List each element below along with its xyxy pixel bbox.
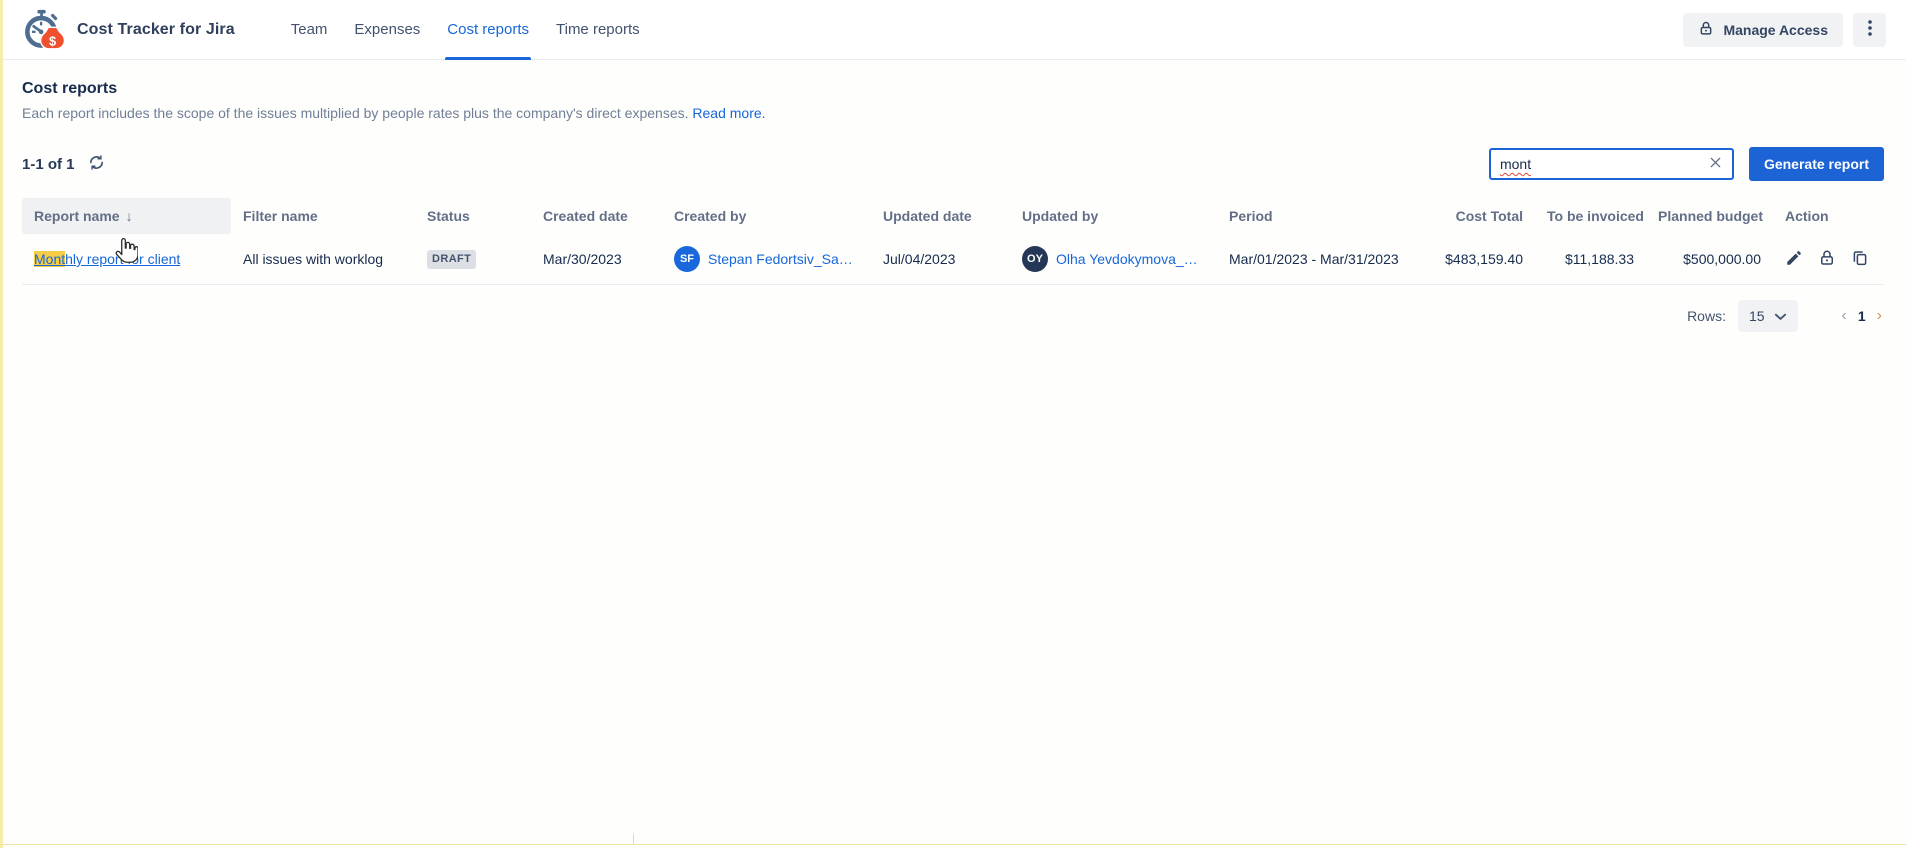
created-by-user-link[interactable]: Stepan Fedortsiv_SaaSJet xyxy=(708,251,859,267)
column-header-planned-budget[interactable]: Planned budget xyxy=(1646,198,1773,234)
column-header-report-name[interactable]: Report name ↓ xyxy=(22,198,231,234)
rows-per-page-label: Rows: xyxy=(1687,308,1726,324)
manage-access-label: Manage Access xyxy=(1723,21,1828,38)
generate-report-button[interactable]: Generate report xyxy=(1748,147,1884,181)
table-row: Monthly report for client All issues wit… xyxy=(22,234,1884,285)
cell-actions xyxy=(1773,234,1884,285)
lock-icon xyxy=(1698,20,1714,40)
toolbar-right: mont Generate report xyxy=(1488,147,1884,181)
cost-reports-page: Cost reports Each report includes the sc… xyxy=(0,60,1906,332)
chevron-left-icon: ‹ xyxy=(1841,307,1847,324)
cell-updated-date: Jul/04/2023 xyxy=(871,234,1010,285)
page-title: Cost reports xyxy=(22,80,118,97)
column-header-period[interactable]: Period xyxy=(1217,198,1429,234)
refresh-button[interactable] xyxy=(88,154,105,174)
close-icon xyxy=(1708,155,1723,173)
column-header-cost-total[interactable]: Cost Total xyxy=(1429,198,1535,234)
search-input-value: mont xyxy=(1499,156,1532,172)
column-header-action: Action xyxy=(1785,208,1829,224)
tab-time-reports[interactable]: Time reports xyxy=(556,0,640,60)
cell-created-by: SF Stepan Fedortsiv_SaaSJet xyxy=(662,234,871,285)
column-header-created-by[interactable]: Created by xyxy=(662,198,871,234)
lock-icon xyxy=(1818,249,1836,270)
cell-to-be-invoiced: $11,188.33 xyxy=(1535,234,1646,285)
app-brand: $ Cost Tracker for Jira xyxy=(20,8,235,52)
column-header-updated-by[interactable]: Updated by xyxy=(1010,198,1217,234)
next-page-button[interactable]: › xyxy=(1875,307,1884,325)
app-title: Cost Tracker for Jira xyxy=(77,20,235,38)
rows-per-page-select[interactable]: 15 xyxy=(1737,300,1798,332)
main-nav-tabs: Team Expenses Cost reports Time reports xyxy=(291,0,640,60)
cell-status: DRAFT xyxy=(415,234,531,285)
column-header-to-be-invoiced[interactable]: To be invoiced xyxy=(1535,198,1646,234)
tab-expenses[interactable]: Expenses xyxy=(354,0,420,60)
column-header-created-date[interactable]: Created date xyxy=(531,198,662,234)
window-bottom-line xyxy=(0,844,1906,845)
top-navigation-bar: $ Cost Tracker for Jira Team Expenses Co… xyxy=(0,0,1906,60)
chevron-down-icon xyxy=(1774,308,1787,324)
cell-created-date: Mar/30/2023 xyxy=(531,234,662,285)
cell-planned-budget: $500,000.00 xyxy=(1646,234,1773,285)
svg-text:$: $ xyxy=(49,33,56,48)
cost-tracker-logo-icon: $ xyxy=(20,8,64,52)
chevron-right-icon: › xyxy=(1876,307,1882,324)
cell-updated-by: OY Olha Yevdokymova_Saa... xyxy=(1010,234,1217,285)
previous-page-button[interactable]: ‹ xyxy=(1840,307,1849,325)
kebab-menu-icon xyxy=(1862,19,1878,40)
clear-search-button[interactable] xyxy=(1708,155,1723,173)
pencil-icon xyxy=(1785,249,1803,270)
table-header-row: Report name ↓ Filter name Status Created … xyxy=(22,198,1884,234)
pagination-row: Rows: 15 ‹ 1 › xyxy=(22,300,1884,332)
search-input[interactable]: mont xyxy=(1488,148,1734,180)
column-header-updated-date[interactable]: Updated date xyxy=(871,198,1010,234)
more-options-button[interactable] xyxy=(1853,12,1886,47)
column-header-status[interactable]: Status xyxy=(415,198,531,234)
read-more-link[interactable]: Read more. xyxy=(692,105,765,121)
result-count-wrap: 1-1 of 1 xyxy=(22,154,105,174)
copy-icon xyxy=(1851,249,1869,270)
updated-by-user-link[interactable]: Olha Yevdokymova_Saa... xyxy=(1056,251,1205,267)
toolbar-row: 1-1 of 1 mont Generate report xyxy=(22,147,1884,181)
sort-descending-icon: ↓ xyxy=(125,208,133,224)
window-edge-strip xyxy=(0,0,3,848)
window-bottom-tick xyxy=(633,834,634,845)
edit-report-button[interactable] xyxy=(1785,249,1803,270)
tab-cost-reports[interactable]: Cost reports xyxy=(445,0,531,60)
status-badge: DRAFT xyxy=(427,250,477,269)
avatar-updated-by[interactable]: OY xyxy=(1022,246,1048,272)
search-match-highlight: Mont xyxy=(34,251,66,267)
clone-report-button[interactable] xyxy=(1851,249,1869,270)
cell-cost-total: $483,159.40 xyxy=(1429,234,1535,285)
pager: ‹ 1 › xyxy=(1840,307,1884,325)
cell-filter-name: All issues with worklog xyxy=(231,234,415,285)
page-description: Each report includes the scope of the is… xyxy=(22,105,766,121)
cell-report-name: Monthly report for client xyxy=(22,234,231,285)
refresh-icon xyxy=(88,154,105,174)
current-page-number[interactable]: 1 xyxy=(1858,308,1866,324)
tab-team[interactable]: Team xyxy=(291,0,328,60)
cost-reports-table: Report name ↓ Filter name Status Created … xyxy=(22,198,1884,285)
result-count: 1-1 of 1 xyxy=(22,155,75,173)
avatar-created-by[interactable]: SF xyxy=(674,246,700,272)
manage-access-button[interactable]: Manage Access xyxy=(1683,12,1843,47)
column-header-filter-name[interactable]: Filter name xyxy=(231,198,415,234)
topbar-actions: Manage Access xyxy=(1683,12,1886,47)
report-link[interactable]: Monthly report for client xyxy=(34,251,180,267)
lock-report-button[interactable] xyxy=(1818,249,1836,270)
cell-period: Mar/01/2023 - Mar/31/2023 xyxy=(1217,234,1429,285)
